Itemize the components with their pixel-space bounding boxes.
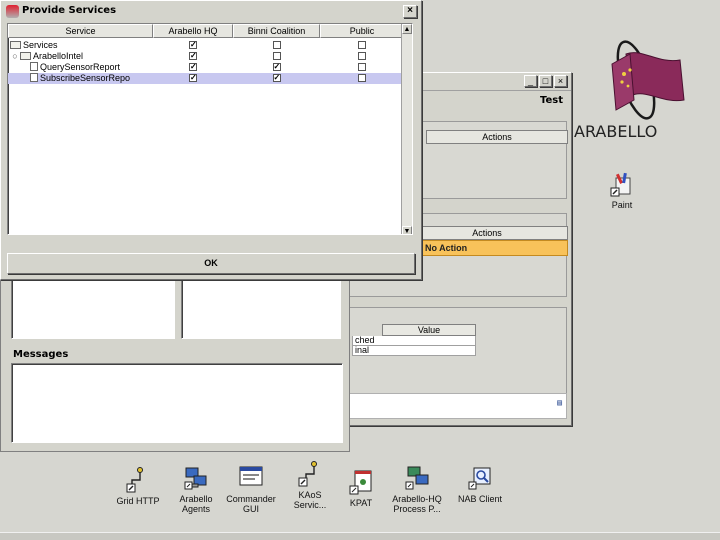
left-pane[interactable] xyxy=(11,277,175,339)
messages-label: Messages xyxy=(13,349,69,360)
column-header-service[interactable]: Service xyxy=(8,24,153,38)
table-row[interactable]: QuerySensorReport ✓ ✓ xyxy=(8,62,404,73)
column-header-public[interactable]: Public xyxy=(320,24,404,38)
checkbox-cell xyxy=(320,40,404,51)
actions-header-top[interactable]: Actions xyxy=(426,130,568,144)
table-header: Service Arabello HQ Binni Coalition Publ… xyxy=(8,24,404,38)
network-computers-icon xyxy=(182,464,210,492)
checkbox-cell: ✓ xyxy=(153,40,233,51)
value-panel: Value ched inal xyxy=(345,307,567,395)
dialog-title: Provide Services xyxy=(22,5,117,16)
magnifier-app-icon xyxy=(466,464,494,492)
checkbox-unchecked[interactable] xyxy=(272,41,281,49)
provide-services-dialog: Provide Services × Service Arabello HQ B… xyxy=(0,0,422,280)
desktop-icon-nab-client[interactable]: NAB Client xyxy=(444,464,516,504)
tree-toggle-icon[interactable]: ○ xyxy=(10,51,20,62)
service-label: ArabelloIntel xyxy=(33,51,84,61)
value-row[interactable]: inal xyxy=(352,346,476,356)
checkbox-cell: ✓ xyxy=(153,62,233,73)
java-app-icon xyxy=(6,5,19,18)
table-row[interactable]: Services ✓ xyxy=(8,40,404,51)
action-dropdown[interactable]: ▼ No Action xyxy=(406,240,568,256)
close-button[interactable]: × xyxy=(554,75,567,87)
checkbox-cell xyxy=(320,51,404,62)
shortcut-icon xyxy=(124,466,152,494)
checkbox-checked[interactable]: ✓ xyxy=(189,63,197,71)
column-header-binni-coalition[interactable]: Binni Coalition xyxy=(233,24,320,38)
service-label: SubscribeSensorRepo xyxy=(40,73,131,83)
document-icon xyxy=(30,62,38,71)
column-header-arabello-hq[interactable]: Arabello HQ xyxy=(153,24,233,38)
vertical-scrollbar[interactable]: ▲ ▼ xyxy=(401,24,412,234)
desktop-icon-label: Arabello-HQ xyxy=(392,494,442,504)
checkbox-cell xyxy=(320,62,404,73)
logo-wordmark: ARABELLO xyxy=(574,122,658,141)
desktop-icon-label: Paint xyxy=(611,200,633,210)
test-window-title: Test xyxy=(539,95,563,106)
close-button[interactable]: × xyxy=(403,5,417,18)
taskbar-edge xyxy=(0,532,720,540)
service-label: QuerySensorReport xyxy=(40,62,121,72)
minimize-button[interactable]: _ xyxy=(524,75,537,87)
checkbox-checked[interactable]: ✓ xyxy=(189,52,197,60)
action-value: No Action xyxy=(425,243,468,253)
checkbox-unchecked[interactable] xyxy=(358,63,366,71)
checkbox-checked[interactable]: ✓ xyxy=(272,63,281,71)
checkbox-unchecked[interactable] xyxy=(272,52,281,60)
value-row[interactable]: ched xyxy=(352,336,476,346)
folder-icon xyxy=(10,41,21,49)
arabello-flag-emblem xyxy=(611,40,685,120)
desktop-icon-label-line2: Process P... xyxy=(393,504,441,514)
checkbox-cell: ✓ xyxy=(153,73,233,84)
checkbox-cell: ✓ xyxy=(233,73,320,84)
document-icon xyxy=(30,73,38,82)
service-name-cell[interactable]: QuerySensorReport xyxy=(8,62,153,73)
paint-icon xyxy=(608,170,636,198)
checkbox-cell xyxy=(233,40,320,51)
checkbox-checked[interactable]: ✓ xyxy=(189,74,197,82)
checkbox-cell xyxy=(320,73,404,84)
service-name-cell[interactable]: ○ ArabelloIntel xyxy=(8,51,153,62)
dialog-titlebar[interactable]: Provide Services × xyxy=(2,2,420,21)
checkbox-unchecked[interactable] xyxy=(358,74,366,82)
actions-header-mid[interactable]: Actions xyxy=(406,226,568,240)
shortcut-icon xyxy=(296,460,324,488)
java-console-icon[interactable]: ▤ xyxy=(557,398,562,407)
checkbox-cell: ✓ xyxy=(233,62,320,73)
checkbox-unchecked[interactable] xyxy=(358,52,366,60)
right-pane[interactable] xyxy=(181,277,341,339)
scroll-down-icon[interactable]: ▼ xyxy=(402,226,412,234)
scroll-up-icon[interactable]: ▲ xyxy=(402,24,412,34)
network-computers-icon xyxy=(403,464,431,492)
desktop-icon-arabello-hq-process[interactable]: Arabello-HQ Process P... xyxy=(381,464,453,514)
desktop-icon-label: NAB Client xyxy=(457,494,502,504)
service-label: Services xyxy=(23,40,58,50)
window-app-icon xyxy=(237,464,265,492)
maximize-button[interactable]: □ xyxy=(539,75,552,87)
service-name-cell[interactable]: Services xyxy=(8,40,153,51)
kpat-icon xyxy=(347,468,375,496)
value-column-header[interactable]: Value xyxy=(382,324,476,336)
service-name-cell[interactable]: SubscribeSensorRepo xyxy=(8,73,153,84)
table-row[interactable]: SubscribeSensorRepo ✓ ✓ xyxy=(8,73,404,84)
desktop-icon-paint[interactable]: Paint xyxy=(586,170,658,210)
status-strip: ▤ xyxy=(345,393,567,419)
folder-icon xyxy=(20,52,31,60)
checkbox-checked[interactable]: ✓ xyxy=(189,41,197,49)
checkbox-cell: ✓ xyxy=(153,51,233,62)
arabello-logo: ARABELLO xyxy=(572,30,702,141)
checkbox-cell xyxy=(233,51,320,62)
services-table: Service Arabello HQ Binni Coalition Publ… xyxy=(7,23,413,235)
messages-box[interactable] xyxy=(11,363,343,443)
table-row[interactable]: ○ ArabelloIntel ✓ xyxy=(8,51,404,62)
checkbox-unchecked[interactable] xyxy=(358,41,366,49)
checkbox-checked[interactable]: ✓ xyxy=(272,74,281,82)
value-table: Value ched inal xyxy=(352,324,476,356)
ok-button[interactable]: OK xyxy=(7,253,415,274)
